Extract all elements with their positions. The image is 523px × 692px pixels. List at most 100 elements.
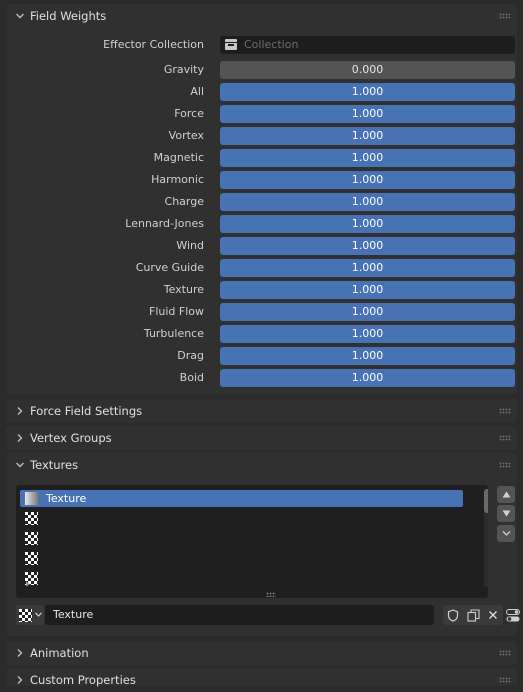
weight-slider[interactable]: 1.000 — [220, 347, 515, 365]
duplicate-button[interactable] — [463, 605, 483, 625]
drag-grip-icon[interactable] — [499, 13, 511, 19]
vertex-groups-header[interactable]: Vertex Groups — [6, 426, 517, 450]
weight-label: Magnetic — [153, 151, 204, 164]
weight-slider[interactable]: 1.000 — [220, 259, 515, 277]
gravity-field[interactable]: 0.000 — [220, 61, 515, 79]
scrollbar-thumb[interactable] — [484, 489, 488, 513]
collection-icon — [225, 39, 237, 50]
weight-slider[interactable]: 1.000 — [220, 193, 515, 211]
weight-row-magnetic: Magnetic 1.000 — [6, 149, 517, 167]
weight-label: Boid — [179, 371, 204, 384]
weight-slider[interactable]: 1.000 — [220, 127, 515, 145]
texture-list[interactable]: Texture — [16, 485, 488, 598]
weight-slider[interactable]: 1.000 — [220, 325, 515, 343]
panel-title: Textures — [30, 458, 79, 472]
list-resize-grip-icon[interactable] — [266, 592, 276, 597]
effector-collection-label: Effector Collection — [103, 38, 204, 51]
list-item[interactable] — [20, 510, 463, 527]
weight-slider[interactable]: 1.000 — [220, 171, 515, 189]
specials-menu-button[interactable] — [497, 525, 515, 542]
chevron-right-icon — [14, 405, 26, 417]
move-down-button[interactable] — [497, 505, 515, 522]
weight-label: Fluid Flow — [149, 305, 204, 318]
field-weights-header[interactable]: Field Weights — [6, 4, 517, 28]
panel-title: Custom Properties — [30, 673, 136, 687]
weight-row-fluid-flow: Fluid Flow 1.000 — [6, 303, 517, 321]
custom-properties-header[interactable]: Custom Properties — [6, 668, 517, 692]
force-field-settings-header[interactable]: Force Field Settings — [6, 399, 517, 423]
weight-label: Force — [174, 107, 204, 120]
weight-row-charge: Charge 1.000 — [6, 193, 517, 211]
force-field-settings-panel: Force Field Settings — [6, 399, 517, 423]
collection-placeholder: Collection — [244, 38, 299, 51]
gravity-row: Gravity 0.000 — [6, 61, 517, 79]
texture-properties-button[interactable] — [503, 605, 522, 625]
textures-header[interactable]: Textures — [6, 453, 517, 477]
list-item[interactable] — [20, 570, 463, 587]
weight-slider[interactable]: 1.000 — [220, 149, 515, 167]
expand-filter-icon[interactable] — [25, 581, 31, 587]
drag-grip-icon[interactable] — [499, 435, 511, 441]
close-icon — [488, 610, 498, 620]
textures-panel: Textures Texture Texture — [6, 453, 522, 636]
checker-icon — [25, 512, 38, 525]
list-item-label: Texture — [46, 492, 87, 505]
weight-slider[interactable]: 1.000 — [220, 303, 515, 321]
panel-title: Vertex Groups — [30, 431, 112, 445]
toggle-icon — [505, 608, 520, 622]
weight-slider[interactable]: 1.000 — [220, 237, 515, 255]
chevron-down-icon — [502, 530, 511, 537]
drag-grip-icon[interactable] — [499, 462, 511, 468]
weight-label: Charge — [164, 195, 204, 208]
browse-texture-button[interactable] — [16, 605, 44, 625]
weight-slider[interactable]: 1.000 — [220, 369, 515, 387]
weight-slider[interactable]: 1.000 — [220, 83, 515, 101]
checker-icon — [19, 609, 32, 622]
unlink-button[interactable] — [483, 605, 503, 625]
move-up-button[interactable] — [497, 486, 515, 503]
weight-slider[interactable]: 1.000 — [220, 281, 515, 299]
chevron-right-icon — [14, 432, 26, 444]
weight-row-drag: Drag 1.000 — [6, 347, 517, 365]
chevron-right-icon — [14, 674, 26, 686]
field-weights-panel: Field Weights Effector Collection Collec… — [6, 4, 517, 394]
panel-title: Animation — [30, 646, 89, 660]
panel-title: Force Field Settings — [30, 404, 143, 418]
list-scrollbar[interactable] — [484, 489, 488, 587]
checker-icon — [25, 532, 38, 545]
vertex-groups-panel: Vertex Groups — [6, 426, 517, 450]
gravity-label: Gravity — [163, 63, 204, 76]
weight-row-force: Force 1.000 — [6, 105, 517, 123]
texture-name-field[interactable]: Texture — [45, 605, 434, 625]
triangle-down-icon — [502, 510, 511, 517]
fake-user-button[interactable] — [443, 605, 463, 625]
list-item[interactable]: Texture — [20, 490, 463, 507]
chevron-down-icon — [35, 612, 42, 617]
panel-title: Field Weights — [30, 9, 107, 23]
weight-row-wind: Wind 1.000 — [6, 237, 517, 255]
animation-header[interactable]: Animation — [6, 641, 517, 665]
drag-grip-icon[interactable] — [499, 650, 511, 656]
weight-row-texture: Texture 1.000 — [6, 281, 517, 299]
weight-label: Drag — [177, 349, 204, 362]
list-item[interactable] — [20, 550, 463, 567]
triangle-up-icon — [502, 491, 511, 498]
weight-slider[interactable]: 1.000 — [220, 105, 515, 123]
weight-slider[interactable]: 1.000 — [220, 215, 515, 233]
weight-label: Lennard-Jones — [125, 217, 204, 230]
weight-row-vortex: Vortex 1.000 — [6, 127, 517, 145]
shield-icon — [447, 608, 459, 622]
chevron-right-icon — [14, 647, 26, 659]
drag-grip-icon[interactable] — [499, 677, 511, 683]
texture-thumbnail — [25, 492, 38, 505]
weight-row-lennard-jones: Lennard-Jones 1.000 — [6, 215, 517, 233]
duplicate-icon — [466, 608, 480, 622]
list-item[interactable] — [20, 530, 463, 547]
effector-collection-field[interactable]: Collection — [220, 36, 515, 54]
weight-label: All — [190, 85, 204, 98]
texture-selector: Texture — [16, 605, 522, 625]
weight-label: Turbulence — [143, 327, 204, 340]
weight-row-all: All 1.000 — [6, 83, 517, 101]
drag-grip-icon[interactable] — [499, 408, 511, 414]
weight-label: Curve Guide — [135, 261, 204, 274]
